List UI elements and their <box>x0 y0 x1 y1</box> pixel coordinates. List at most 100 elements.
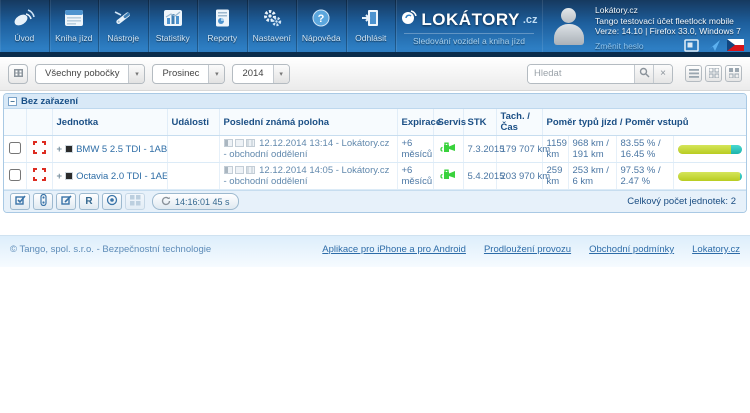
month-select[interactable]: Prosinec ▾ <box>152 64 225 84</box>
brand-tagline: Sledování vozidel a kniha jízd <box>404 33 534 46</box>
column-service[interactable]: Servis <box>433 109 463 136</box>
building-icon <box>13 65 24 83</box>
list-view-icon <box>689 65 699 83</box>
nav-item-nastroje[interactable]: Nástroje <box>99 0 149 52</box>
new-window-icon[interactable] <box>683 39 700 52</box>
routes-button[interactable]: R <box>79 193 99 210</box>
change-password-link[interactable]: Změnit heslo <box>595 41 644 52</box>
refresh-timer-value: 14:16:01 45 s <box>175 197 230 207</box>
expand-icon[interactable]: + <box>57 144 63 155</box>
grid-toolbar: R 14:16:01 45 s Celkový počet jednotek: … <box>4 190 746 212</box>
units-grid: − Bez zařazení Jednotka Události Posledn… <box>3 93 747 213</box>
nav-item-nastaveni[interactable]: Nastavení <box>248 0 298 52</box>
satellite-icon <box>12 5 36 31</box>
footer-link-apps[interactable]: Aplikace pro iPhone a pro Android <box>322 244 466 267</box>
row-checkbox[interactable] <box>9 142 21 154</box>
oil-can-icon <box>439 172 457 183</box>
grid-view-button[interactable] <box>705 65 722 82</box>
footer-link-terms[interactable]: Obchodní podmínky <box>589 244 674 267</box>
nav-item-kniha-jizd[interactable]: Kniha jízd <box>50 0 100 52</box>
slider-icon <box>40 194 47 209</box>
footer-links: Aplikace pro iPhone a pro Android Prodlo… <box>322 244 740 267</box>
branch-select[interactable]: Všechny pobočky ▾ <box>35 64 145 84</box>
send-plane-icon[interactable] <box>705 39 722 52</box>
header-row: Jednotka Události Poslední známá poloha … <box>4 109 746 136</box>
column-expiration[interactable]: Expirace <box>397 109 433 136</box>
chevron-down-icon: ▾ <box>273 65 289 83</box>
units-slider-button[interactable] <box>33 193 53 210</box>
service-cell <box>433 163 463 190</box>
watch-button[interactable] <box>102 193 122 210</box>
streetview-icon[interactable] <box>246 139 255 147</box>
chevron-down-icon: ▾ <box>208 65 224 83</box>
search-button[interactable] <box>634 65 653 83</box>
nav-item-reporty[interactable]: Reporty <box>198 0 248 52</box>
czech-flag-icon[interactable] <box>727 39 744 52</box>
map-icon[interactable] <box>224 166 233 174</box>
unit-name[interactable]: BMW 5 2.5 TDI - 1AB-5361 <box>76 144 167 155</box>
refresh-timer-button[interactable]: 14:16:01 45 s <box>152 193 239 210</box>
private-ratio-bar <box>731 145 742 154</box>
ratio-cell: 97.53 % / 2.47 % <box>616 163 673 190</box>
year-select[interactable]: 2014 ▾ <box>232 64 289 84</box>
unit-status-icon <box>66 146 72 152</box>
crosshair-icon <box>33 146 46 157</box>
unit-row: +BMW 5 2.5 TDI - 1AB-5361 12.12.2014 13:… <box>4 136 746 163</box>
unit-name[interactable]: Octavia 2.0 TDI - 1AE-4120 <box>76 171 167 182</box>
grid-layout-button[interactable] <box>125 193 145 210</box>
route-icon[interactable] <box>235 166 244 174</box>
brand: LOKÁTORY.cz Sledování vozidel a kniha jí… <box>396 0 542 52</box>
expiration-cell: +6 měsíců <box>397 163 433 190</box>
locate-cell[interactable] <box>26 163 52 190</box>
select-all-button[interactable] <box>10 193 30 210</box>
streetview-icon[interactable] <box>246 166 255 174</box>
nav-item-odhlasit[interactable]: Odhlásit <box>347 0 397 52</box>
expand-icon[interactable]: + <box>57 171 63 182</box>
footer-link-lokatory[interactable]: Lokatory.cz <box>692 244 740 267</box>
search-input[interactable] <box>528 65 634 83</box>
statistics-icon <box>162 5 184 31</box>
nav-item-uvod[interactable]: Úvod <box>0 0 50 52</box>
map-icon[interactable] <box>224 139 233 147</box>
oil-can-icon <box>439 145 457 156</box>
nav-item-napoveda[interactable]: ? Nápověda <box>297 0 347 52</box>
branch-settings-button[interactable] <box>8 64 28 84</box>
ratio-bar <box>678 172 742 181</box>
grid-view-icon <box>709 65 719 83</box>
column-events[interactable]: Události <box>167 109 219 136</box>
total-units-label: Celkový počet jednotek: 2 <box>627 196 740 207</box>
collapse-group-icon[interactable]: − <box>8 97 17 106</box>
column-stk[interactable]: STK <box>463 109 496 136</box>
user-environment: Verze: 14.10 | Firefox 33.0, Windows 7 <box>595 26 744 37</box>
clear-search-button[interactable]: × <box>653 65 672 83</box>
footer-link-renewal[interactable]: Prodloužení provozu <box>484 244 571 267</box>
row-checkbox[interactable] <box>9 169 21 181</box>
brand-tld: .cz <box>523 14 538 26</box>
events-cell <box>167 136 219 163</box>
nav-label: Nástroje <box>107 33 139 43</box>
thumbnail-view-icon <box>729 65 739 83</box>
nav-item-statistiky[interactable]: Statistiky <box>149 0 199 52</box>
ratio-bar-cell <box>673 163 746 190</box>
logout-door-icon <box>360 5 382 31</box>
column-unit[interactable]: Jednotka <box>52 109 167 136</box>
crosshair-icon <box>33 173 46 184</box>
locate-cell[interactable] <box>26 136 52 163</box>
thumbnail-view-button[interactable] <box>725 65 742 82</box>
route-icon[interactable] <box>235 139 244 147</box>
column-ratio[interactable]: Poměr typů jízd / Poměr vstupů <box>542 109 746 136</box>
branch-select-value: Všechny pobočky <box>36 65 128 83</box>
logbook-icon <box>63 5 85 31</box>
help-icon: ? <box>311 5 331 31</box>
edit-selection-button[interactable] <box>56 193 76 210</box>
column-tach[interactable]: Tach. / Čas <box>496 109 542 136</box>
unit-row: +Octavia 2.0 TDI - 1AE-4120 12.12.2014 1… <box>4 163 746 190</box>
odometer-cell: 203 970 km <box>496 163 542 190</box>
list-view-button[interactable] <box>685 65 702 82</box>
stk-cell: 7.3.2015 <box>463 136 496 163</box>
ratio-cell: 83.55 % / 16.45 % <box>616 136 673 163</box>
svg-text:?: ? <box>318 13 325 25</box>
column-position[interactable]: Poslední známá poloha <box>219 109 397 136</box>
odometer-cell: 179 707 km <box>496 136 542 163</box>
group-title: Bez zařazení <box>21 96 78 107</box>
